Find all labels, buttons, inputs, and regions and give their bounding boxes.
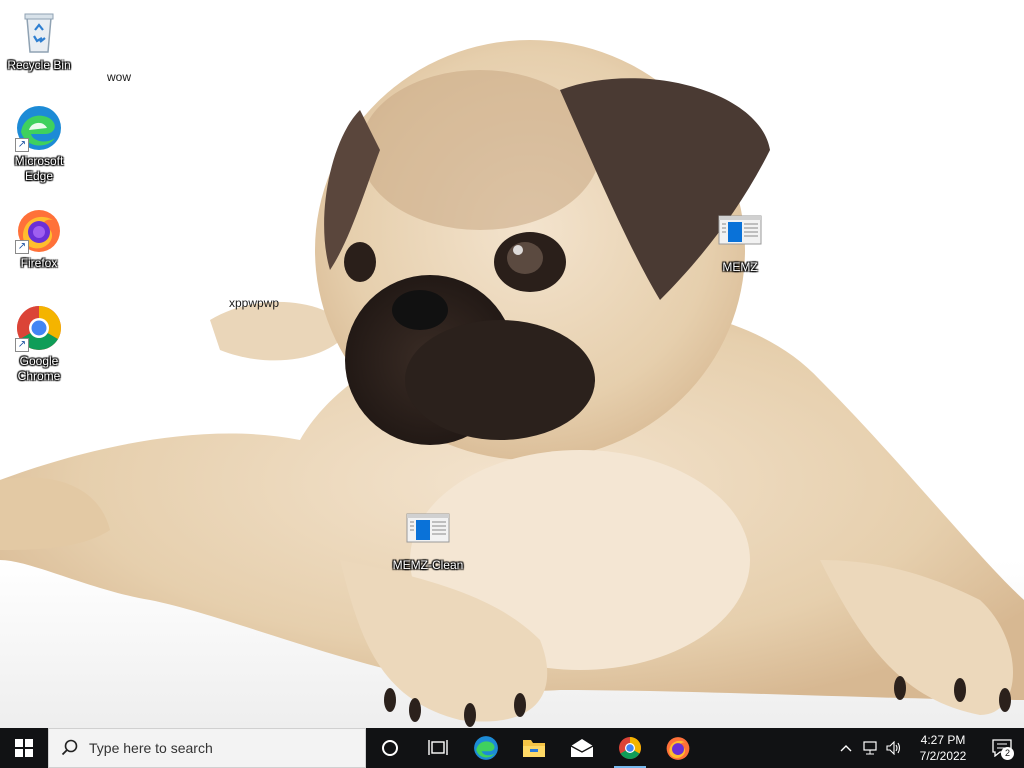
desktop-icon-label: Recycle Bin: [7, 58, 71, 72]
taskbar-clock[interactable]: 4:27 PM 7/2/2022: [912, 732, 974, 764]
system-tray: 4:27 PM 7/2/2022 2: [834, 728, 1024, 768]
label-line-2: Chrome: [17, 369, 61, 383]
desktop-icon-firefox[interactable]: ↗ Firefox: [1, 206, 77, 271]
shortcut-arrow-icon: ↗: [15, 240, 29, 254]
edge-icon: ↗: [15, 104, 63, 152]
search-placeholder: Type here to search: [89, 740, 213, 756]
mail-icon: [570, 739, 594, 757]
taskbar: Type here to search 4:27 PM 7/2/2022 2: [0, 728, 1024, 768]
start-button[interactable]: [0, 728, 48, 768]
firefox-icon: [666, 737, 690, 760]
label-line-2: Edge: [24, 169, 54, 183]
cortana-circle-icon: [382, 740, 398, 756]
desktop-icon-microsoft-edge[interactable]: ↗ Microsoft Edge: [1, 104, 77, 184]
taskbar-edge-button[interactable]: [462, 728, 510, 768]
taskbar-file-explorer-button[interactable]: [510, 728, 558, 768]
chrome-icon: ↗: [15, 304, 63, 352]
label-line-1: Google: [19, 354, 59, 368]
action-center-button[interactable]: 2: [980, 728, 1024, 768]
taskbar-firefox-button[interactable]: [654, 728, 702, 768]
desktop-icon-label: Firefox: [20, 256, 58, 270]
memz-app-icon: [716, 210, 764, 258]
desktop-icon-memz[interactable]: MEMZ: [702, 210, 778, 275]
desktop-icon-google-chrome[interactable]: ↗ Google Chrome: [1, 304, 77, 384]
desktop-icon-label: Google Chrome: [1, 354, 77, 384]
chrome-icon: [619, 737, 641, 759]
memz-app-icon: [404, 508, 452, 556]
volume-icon[interactable]: [882, 728, 906, 768]
desktop-icon-label: MEMZ-Clean: [392, 558, 464, 572]
task-view-icon: [428, 740, 448, 755]
edge-icon: [474, 736, 498, 760]
clock-date: 7/2/2022: [919, 749, 967, 763]
label-line-1: Microsoft: [14, 154, 64, 168]
shortcut-arrow-icon: ↗: [15, 138, 29, 152]
firefox-icon: ↗: [15, 206, 63, 254]
network-icon[interactable]: [858, 728, 882, 768]
shortcut-arrow-icon: ↗: [15, 338, 29, 352]
desktop-wallpaper: [0, 0, 1024, 728]
folder-icon: [523, 740, 545, 757]
desktop-icon-label: Microsoft Edge: [1, 154, 77, 184]
desktop-text-xppwpwp: xppwpwp: [229, 296, 280, 310]
windows-start-icon: [15, 739, 33, 757]
desktop-icon-memz-clean[interactable]: MEMZ-Clean: [390, 508, 466, 573]
taskbar-mail-button[interactable]: [558, 728, 606, 768]
search-icon: [61, 739, 78, 756]
pug-wallpaper-image: [0, 0, 1024, 728]
taskbar-chrome-button[interactable]: [606, 728, 654, 768]
notification-count-badge: 2: [1001, 747, 1014, 760]
desktop-text-wow: wow: [107, 70, 132, 84]
desktop-icon-recycle-bin[interactable]: Recycle Bin: [1, 8, 77, 73]
desktop-icon-label: MEMZ: [722, 260, 758, 274]
clock-time: 4:27 PM: [920, 733, 966, 747]
cortana-button[interactable]: [366, 728, 414, 768]
show-hidden-icons-chevron-up-icon[interactable]: [834, 728, 858, 768]
taskbar-search-box[interactable]: Type here to search: [48, 728, 366, 768]
recycle-bin-icon: [15, 8, 63, 56]
task-view-button[interactable]: [414, 728, 462, 768]
